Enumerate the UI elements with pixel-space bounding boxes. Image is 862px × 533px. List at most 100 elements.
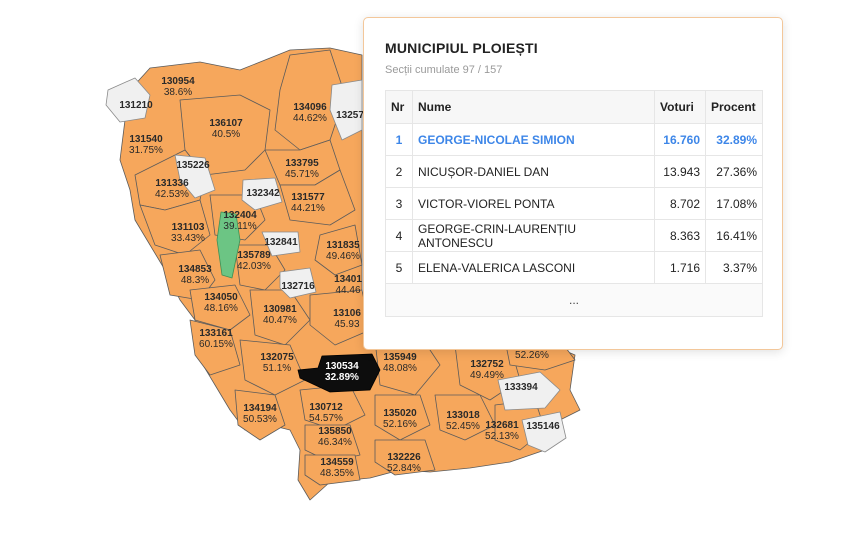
precinct-code-label: 132075 [260, 352, 294, 363]
precinct-pct-label: 60.15% [199, 339, 233, 350]
cell-pct: 17.08% [705, 187, 763, 220]
cell-votes: 8.702 [654, 187, 706, 220]
cell-nr: 5 [385, 251, 413, 284]
precinct-popup: MUNICIPIUL PLOIEȘTI Secții cumulate 97 /… [363, 17, 783, 350]
precinct-code-label: 131835 [326, 240, 360, 251]
precinct-code-label: 135226 [176, 160, 210, 171]
precinct-code-label: 135789 [237, 250, 271, 261]
precinct-code-label: 13401 [334, 274, 362, 285]
cell-pct: 3.37% [705, 251, 763, 284]
cell-name: NICUȘOR-DANIEL DAN [412, 155, 655, 188]
cell-pct: 32.89% [705, 123, 763, 156]
precinct-pct-label: 45.93 [334, 319, 359, 330]
cell-pct: 16.41% [705, 219, 763, 252]
precinct-pct-label: 40.47% [263, 315, 297, 326]
precinct-pct-label: 52.45% [446, 421, 480, 432]
precinct-pct-label: 32.89% [325, 372, 359, 383]
precinct-pct-label: 44.21% [291, 203, 325, 214]
precinct-code-label: 131210 [119, 100, 153, 111]
precinct-code-label: 132841 [264, 237, 298, 248]
precinct-code-label: 13106 [333, 308, 361, 319]
precinct-pct-label: 52.16% [383, 419, 417, 430]
cell-name: VICTOR-VIOREL PONTA [412, 187, 655, 220]
precinct-pct-label: 44.46 [335, 285, 360, 296]
precinct-pct-label: 48.3% [181, 275, 209, 286]
precinct-pct-label: 52.13% [485, 431, 519, 442]
precinct-code-label: 133795 [285, 158, 319, 169]
precinct-code-label: 135020 [383, 408, 417, 419]
precinct-pct-label: 45.71% [285, 169, 319, 180]
col-procent: Procent [705, 90, 763, 124]
col-nume: Nume [412, 90, 655, 124]
precinct-code-label: 132752 [470, 359, 504, 370]
table-header-row: Nr Nume Voturi Procent [385, 90, 763, 124]
precinct-pct-label: 33.43% [171, 233, 205, 244]
precinct-code-label: 134853 [178, 264, 212, 275]
precinct-pct-label: 38.6% [164, 87, 192, 98]
cell-nr: 3 [385, 187, 413, 220]
precinct-code-label: 131577 [291, 192, 325, 203]
precinct-code-label: 130534 [325, 361, 359, 372]
precinct-pct-label: 49.49% [470, 370, 504, 381]
precinct-code-label: 130712 [309, 402, 343, 413]
precinct-code-label: 13257 [336, 110, 364, 121]
table-row[interactable]: 4 GEORGE-CRIN-LAURENȚIU ANTONESCU 8.363 … [385, 219, 763, 252]
precinct-code-label: 133394 [504, 382, 538, 393]
results-table: Nr Nume Voturi Procent 1 GEORGE-NICOLAE … [385, 90, 763, 317]
precinct-code-label: 133161 [199, 328, 233, 339]
cell-votes: 8.363 [654, 219, 706, 252]
precinct-pct-label: 48.08% [383, 363, 417, 374]
precinct-code-label: 132342 [246, 188, 280, 199]
more-row[interactable]: ... [385, 283, 763, 317]
precinct-code-label: 134096 [293, 102, 327, 113]
precinct-code-label: 132404 [223, 210, 257, 221]
precinct-pct-label: 51.1% [263, 363, 291, 374]
precinct-pct-label: 49.46% [326, 251, 360, 262]
precinct-code-label: 135850 [318, 426, 352, 437]
col-nr: Nr [385, 90, 413, 124]
precinct-pct-label: 44.62% [293, 113, 327, 124]
precinct-pct-label: 48.35% [320, 468, 354, 479]
precinct-pct-label: 50.53% [243, 414, 277, 425]
cell-nr: 2 [385, 155, 413, 188]
table-row[interactable]: 3 VICTOR-VIOREL PONTA 8.702 17.08% [385, 187, 763, 220]
precinct-code-label: 130981 [263, 304, 297, 315]
cell-name: GEORGE-NICOLAE SIMION [412, 123, 655, 156]
precinct-pct-label: 39.11% [223, 221, 256, 232]
cell-votes: 13.943 [654, 155, 706, 188]
cell-name: ELENA-VALERICA LASCONI [412, 251, 655, 284]
precinct-pct-label: 42.53% [155, 189, 189, 200]
cell-nr: 1 [385, 123, 413, 156]
precinct-code-label: 131103 [172, 222, 205, 233]
precinct-code-label: 135146 [526, 421, 560, 432]
precinct-code-label: 135949 [383, 352, 417, 363]
precinct-pct-label: 48.16% [204, 303, 238, 314]
precinct-code-label: 131336 [155, 178, 189, 189]
precinct-pct-label: 52.26% [515, 350, 549, 361]
precinct-code-label: 136107 [209, 118, 243, 129]
precinct-code-label: 132681 [485, 420, 519, 431]
table-row[interactable]: 1 GEORGE-NICOLAE SIMION 16.760 32.89% [385, 123, 763, 156]
cell-name: GEORGE-CRIN-LAURENȚIU ANTONESCU [412, 219, 655, 252]
popup-title: MUNICIPIUL PLOIEȘTI [385, 40, 538, 56]
table-row[interactable]: 5 ELENA-VALERICA LASCONI 1.716 3.37% [385, 251, 763, 284]
precinct-code-label: 131540 [129, 134, 163, 145]
precinct-pct-label: 42.03% [237, 261, 271, 272]
precinct-code-label: 132226 [387, 452, 421, 463]
precinct-code-label: 130954 [161, 76, 195, 87]
precinct-code-label: 134194 [243, 403, 277, 414]
table-row[interactable]: 2 NICUȘOR-DANIEL DAN 13.943 27.36% [385, 155, 763, 188]
col-voturi: Voturi [654, 90, 706, 124]
precinct-pct-label: 40.5% [212, 129, 240, 140]
precinct-pct-label: 31.75% [129, 145, 163, 156]
cell-votes: 16.760 [654, 123, 706, 156]
popup-subtitle: Secții cumulate 97 / 157 [385, 64, 503, 76]
precinct-pct-label: 54.57% [309, 413, 343, 424]
cell-nr: 4 [385, 219, 413, 252]
precinct-code-label: 133018 [446, 410, 480, 421]
cell-pct: 27.36% [705, 155, 763, 188]
precinct-pct-label: 52.84% [387, 463, 421, 474]
more-indicator[interactable]: ... [385, 283, 763, 317]
precinct-code-label: 134559 [320, 457, 354, 468]
precinct-code-label: 132716 [281, 281, 315, 292]
